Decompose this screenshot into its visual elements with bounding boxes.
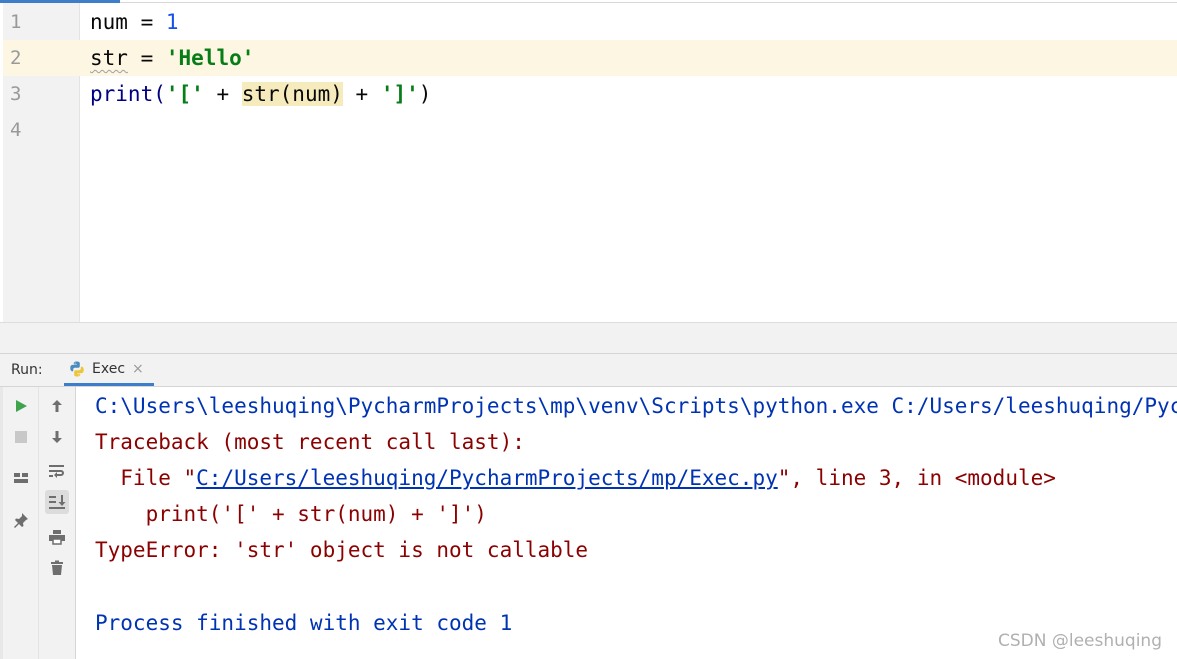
run-toolbar-secondary xyxy=(39,387,76,659)
console-error-message: TypeError: 'str' object is not callable xyxy=(95,538,589,562)
console-output[interactable]: C:\Users\leeshuqing\PycharmProjects\mp\v… xyxy=(76,387,1177,659)
trash-icon xyxy=(51,560,63,575)
code-token-shadowed-builtin: str xyxy=(90,46,128,70)
code-token-highlighted-call: str(num) xyxy=(241,82,343,106)
close-icon[interactable]: × xyxy=(132,361,144,377)
console-traceback-code-line: print('[' + str(num) + ']') xyxy=(95,502,487,526)
code-line-2[interactable]: str = 'Hello' xyxy=(90,40,254,76)
code-line-3[interactable]: print('[' + str(num) + ']') xyxy=(90,76,431,112)
code-token: = xyxy=(127,46,166,70)
down-arrow-icon xyxy=(52,431,62,443)
stop-button[interactable] xyxy=(9,425,33,449)
layout-button[interactable] xyxy=(9,466,33,490)
code-token-string: 'Hello' xyxy=(165,46,255,70)
traceback-file-prefix: File " xyxy=(95,466,197,490)
watermark: CSDN @leeshuqing xyxy=(998,631,1162,651)
print-button[interactable] xyxy=(45,525,69,549)
panel-splitter[interactable] xyxy=(0,322,1177,353)
pin-button[interactable] xyxy=(9,508,33,532)
console-process-finished: Process finished with exit code 1 xyxy=(95,611,513,635)
print-icon xyxy=(49,530,65,545)
layout-icon xyxy=(14,473,28,483)
code-token-string: ']' xyxy=(380,82,419,106)
run-button[interactable] xyxy=(9,394,33,418)
console-traceback-file-line: File "C:/Users/leeshuqing/PycharmProject… xyxy=(95,460,1056,496)
scroll-to-end-button[interactable] xyxy=(45,490,69,514)
line-number: 3 xyxy=(10,83,22,105)
code-token: + xyxy=(203,82,242,106)
up-arrow-icon xyxy=(52,400,62,412)
editor-top-border xyxy=(120,2,1177,3)
code-token-builtin: print( xyxy=(90,82,166,106)
soft-wrap-button[interactable] xyxy=(45,459,69,483)
console-traceback-header: Traceback (most recent call last): xyxy=(95,430,525,454)
run-toolwindow-header: Run: Exec × xyxy=(0,353,1177,387)
run-toolbar-primary xyxy=(3,387,39,659)
previous-occurrence-button[interactable] xyxy=(45,394,69,418)
clear-all-button[interactable] xyxy=(45,556,69,580)
code-token: num = xyxy=(90,10,166,34)
code-token-number: 1 xyxy=(165,10,179,34)
run-label: Run: xyxy=(11,362,43,378)
traceback-file-link[interactable]: C:/Users/leeshuqing/PycharmProjects/mp/E… xyxy=(196,466,778,490)
pin-icon xyxy=(14,513,28,528)
console-command-line: C:\Users\leeshuqing\PycharmProjects\mp\v… xyxy=(95,394,1177,418)
line-number: 2 xyxy=(10,47,22,69)
tab-exec[interactable]: Exec × xyxy=(64,355,154,386)
traceback-file-suffix: ", line 3, in <module> xyxy=(777,466,1056,490)
line-number: 4 xyxy=(10,119,22,141)
tab-exec-label: Exec xyxy=(92,361,126,377)
line-number: 1 xyxy=(10,11,22,33)
code-token: ) xyxy=(418,82,432,106)
code-editor[interactable]: 1 2 3 4 num = 1 str = 'Hello' print('[' … xyxy=(0,0,1177,322)
run-icon xyxy=(16,400,27,412)
stop-icon xyxy=(15,431,27,443)
code-line-1[interactable]: num = 1 xyxy=(90,4,179,40)
code-token: + xyxy=(342,82,381,106)
scroll-to-end-icon xyxy=(49,495,66,509)
code-token-string: '[' xyxy=(165,82,204,106)
soft-wrap-icon xyxy=(49,465,64,478)
python-icon xyxy=(70,361,84,377)
next-occurrence-button[interactable] xyxy=(45,425,69,449)
